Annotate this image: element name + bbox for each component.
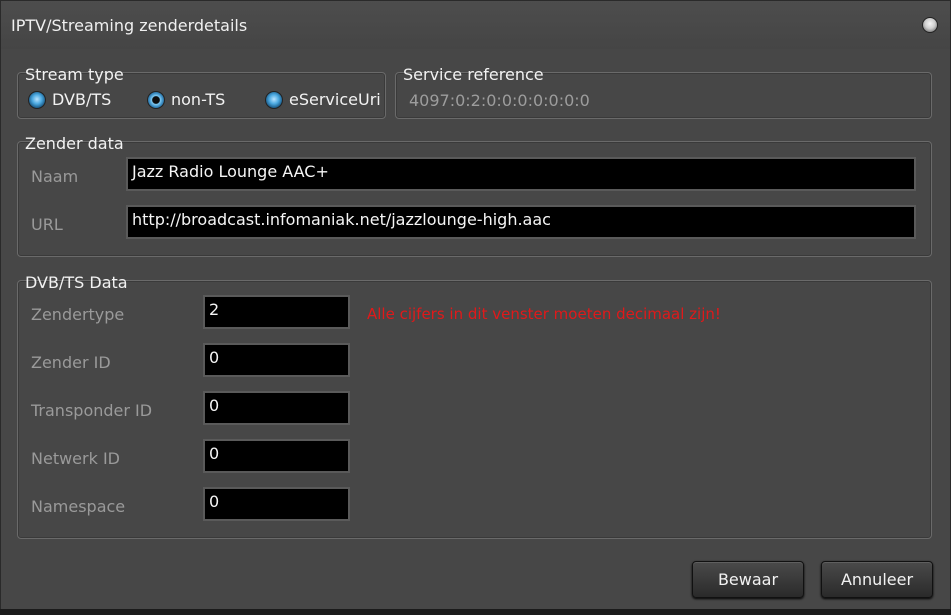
radio-non-ts-indicator: [147, 90, 165, 109]
background-strip: [0, 609, 951, 615]
zendertype-input[interactable]: 2: [203, 295, 350, 329]
zender-id-label: Zender ID: [31, 353, 111, 372]
namespace-label: Namespace: [31, 497, 126, 516]
url-input[interactable]: http://broadcast.infomaniak.net/jazzloun…: [126, 205, 916, 239]
radio-dvb-ts-indicator: [28, 90, 46, 109]
naam-input[interactable]: Jazz Radio Lounge AAC+: [126, 157, 916, 191]
service-reference-label: Service reference: [403, 65, 544, 84]
radio-eserviceuri-indicator: [265, 90, 283, 109]
naam-label: Naam: [31, 167, 79, 186]
close-button[interactable]: [922, 17, 938, 33]
radio-dvb-ts-label: DVB/TS: [52, 90, 112, 109]
radio-non-ts-label: non-TS: [171, 90, 226, 109]
transponder-id-label: Transponder ID: [31, 401, 153, 420]
decimal-warning: Alle cijfers in dit venster moeten decim…: [367, 305, 721, 323]
netwerk-id-input[interactable]: 0: [203, 439, 350, 473]
zender-id-input[interactable]: 0: [203, 343, 350, 377]
cancel-button[interactable]: Annuleer: [821, 561, 933, 598]
zender-data-label: Zender data: [25, 134, 124, 153]
netwerk-id-label: Netwerk ID: [31, 449, 120, 468]
radio-dvb-ts[interactable]: DVB/TS: [28, 90, 111, 109]
dialog-window: IPTV/Streaming zenderdetails Stream type…: [0, 0, 951, 611]
radio-non-ts[interactable]: non-TS: [147, 90, 225, 109]
radio-eserviceuri[interactable]: eServiceUri: [265, 90, 381, 109]
zendertype-label: Zendertype: [31, 305, 125, 324]
save-button[interactable]: Bewaar: [692, 561, 804, 598]
url-label: URL: [31, 215, 63, 234]
transponder-id-input[interactable]: 0: [203, 391, 350, 425]
window-title: IPTV/Streaming zenderdetails: [11, 16, 248, 35]
service-reference-value: 4097:0:2:0:0:0:0:0:0:0: [409, 91, 590, 110]
radio-eserviceuri-label: eServiceUri: [289, 90, 381, 109]
namespace-input[interactable]: 0: [203, 487, 350, 521]
stream-type-label: Stream type: [25, 65, 124, 84]
title-bar: IPTV/Streaming zenderdetails: [1, 1, 950, 49]
dvb-ts-data-label: DVB/TS Data: [25, 273, 128, 292]
